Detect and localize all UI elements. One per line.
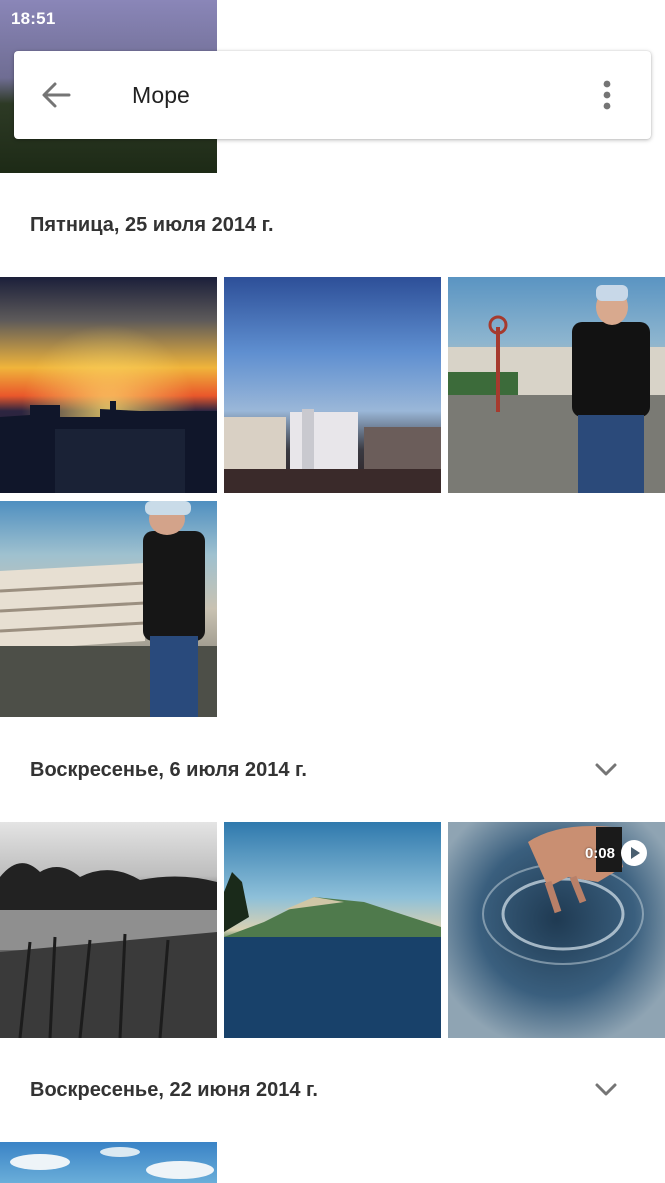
arrow-back-icon [42, 82, 71, 108]
expand-section-button[interactable] [592, 760, 620, 780]
more-vert-icon [603, 80, 611, 110]
photo-thumbnail[interactable] [0, 277, 217, 493]
more-options-button[interactable] [592, 77, 622, 113]
play-circle-icon [620, 839, 648, 867]
chevron-down-icon [595, 1083, 617, 1096]
chevron-down-icon [595, 763, 617, 776]
section-date-header: Пятница, 25 июля 2014 г. [30, 214, 274, 236]
video-duration: 0:08 [584, 845, 615, 862]
back-button[interactable] [36, 75, 76, 115]
photo-thumbnail[interactable] [0, 1142, 217, 1183]
photo-thumbnail[interactable] [224, 277, 441, 493]
page-title: Море [132, 82, 190, 108]
photo-thumbnail[interactable] [0, 501, 217, 717]
photo-thumbnail[interactable] [224, 822, 441, 1038]
section-date-header: Воскресенье, 22 июня 2014 г. [30, 1079, 318, 1101]
status-bar-time: 18:51 [11, 9, 56, 28]
expand-section-button[interactable] [592, 1080, 620, 1100]
photo-thumbnail[interactable] [448, 277, 665, 493]
video-thumbnail[interactable]: 0:08 [448, 822, 665, 1038]
photo-thumbnail[interactable] [0, 822, 217, 1038]
app-bar: Море [14, 51, 651, 139]
section-date-header: Воскресенье, 6 июля 2014 г. [30, 759, 307, 781]
